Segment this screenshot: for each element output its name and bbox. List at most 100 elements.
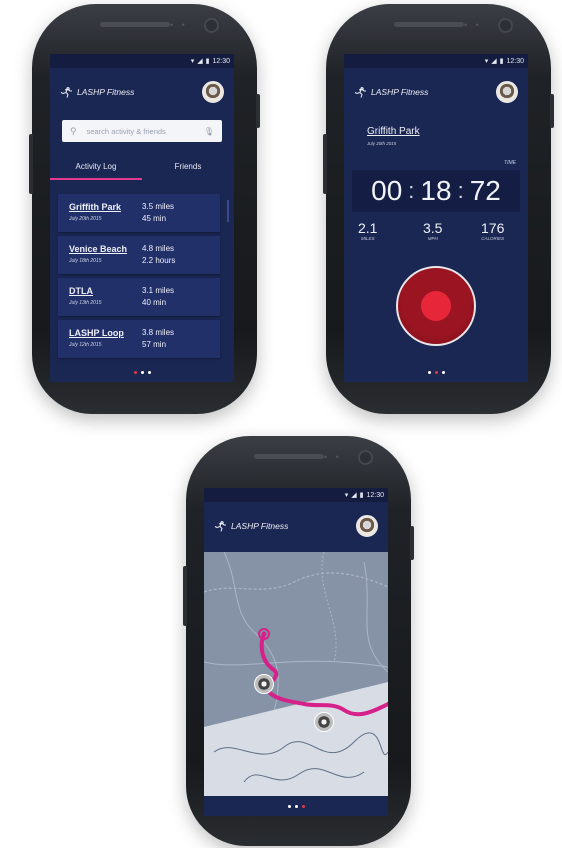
activity-place[interactable]: DTLA	[69, 286, 93, 296]
page-dot-1[interactable]	[427, 371, 431, 374]
page-dot-3[interactable]	[301, 805, 305, 808]
activity-distance: 4.8 miles	[142, 244, 175, 253]
status-time: 12:30	[212, 57, 230, 65]
list-item[interactable]: Griffith Park July 20th 2015 3.5 miles 4…	[58, 194, 220, 232]
stat-value: 3.5	[423, 220, 443, 236]
status-bar: ▾ ◢ ▮ 12:30	[204, 488, 388, 502]
activity-place[interactable]: Venice Beach	[69, 244, 127, 254]
page-dot-3[interactable]	[147, 371, 151, 374]
timer-colon: :	[457, 178, 464, 203]
search-input[interactable]: ⚲ search activity & friends 🎙	[62, 120, 222, 142]
signal-icon: ◢	[197, 58, 203, 65]
map-canvas	[204, 551, 388, 796]
sensor-dots: • •	[324, 452, 342, 462]
record-icon	[421, 291, 451, 321]
stat-mph: 3.5 MPH	[423, 220, 442, 241]
timer-colon: :	[408, 178, 415, 203]
brand[interactable]: LASHP Fitness	[354, 86, 428, 98]
page-dot-2[interactable]	[294, 805, 298, 808]
activity-place[interactable]: Griffith Park	[367, 126, 420, 137]
tab-bar: Activity Log Friends	[50, 156, 234, 180]
avatar[interactable]	[496, 81, 518, 103]
runner-icon	[214, 521, 226, 532]
activity-distance: 3.5 miles	[142, 202, 175, 211]
activity-place[interactable]: LASHP Loop	[69, 328, 124, 338]
wifi-icon: ▾	[484, 58, 489, 65]
brand[interactable]: LASHP Fitness	[214, 520, 288, 532]
page-dot-3[interactable]	[441, 371, 445, 374]
signal-icon: ◢	[351, 492, 357, 499]
list-item[interactable]: LASHP Loop July 12th 2015 3.8 miles 57 m…	[58, 320, 220, 358]
stat-miles: 2.1 MILES	[358, 220, 377, 241]
activity-date: July 20th 2015	[367, 141, 397, 146]
page-dot-1[interactable]	[287, 805, 291, 808]
stat-calories: 176 CALORIES	[481, 220, 504, 241]
stat-value: 176	[481, 220, 505, 236]
camera-icon	[204, 18, 219, 33]
app-bar: LASHP Fitness	[344, 68, 528, 116]
avatar[interactable]	[202, 81, 224, 103]
app-name: LASHP Fitness	[77, 87, 135, 97]
activity-duration: 40 min	[142, 298, 167, 307]
wifi-icon: ▾	[190, 58, 195, 65]
app-bar: LASHP Fitness	[50, 68, 234, 116]
camera-icon	[358, 450, 373, 465]
screen-map: ▾ ◢ ▮ 12:30 LASHP Fitness	[204, 488, 388, 816]
route-map[interactable]	[204, 551, 388, 796]
power-button	[256, 94, 260, 128]
time-label: TIME	[504, 160, 516, 166]
phone-timer: • • ▾ ◢ ▮ 12:30 LASHP Fitness Griffith P…	[323, 4, 554, 414]
runner-icon	[354, 87, 366, 98]
app-name: LASHP Fitness	[371, 87, 429, 97]
volume-button	[29, 134, 33, 194]
activity-date: July 13th 2015	[69, 300, 102, 306]
search-icon: ⚲	[70, 125, 77, 136]
speaker-grille	[253, 454, 324, 459]
sensor-dots: • •	[464, 20, 482, 30]
battery-icon: ▮	[499, 58, 504, 65]
phone-activity-log: • • ▾ ◢ ▮ 12:30 LASHP Fitness ⚲ search a…	[29, 4, 260, 414]
list-item[interactable]: Venice Beach July 18th 2015 4.8 miles 2.…	[58, 236, 220, 274]
brand[interactable]: LASHP Fitness	[60, 86, 134, 98]
stat-label: CALORIES	[481, 236, 505, 241]
signal-icon: ◢	[491, 58, 497, 65]
status-time: 12:30	[506, 57, 524, 65]
page-dot-2[interactable]	[140, 371, 144, 374]
volume-button	[183, 566, 187, 626]
activity-place[interactable]: Griffith Park	[69, 202, 121, 212]
screen-timer: ▾ ◢ ▮ 12:30 LASHP Fitness Griffith Park …	[344, 54, 528, 382]
page-indicator	[50, 371, 234, 374]
timer-minutes: 18	[420, 175, 452, 206]
app-name: LASHP Fitness	[231, 521, 289, 531]
stat-label: MILES	[360, 236, 375, 241]
photo-pin[interactable]	[314, 712, 334, 732]
timer-display: 00 : 18 : 72	[352, 170, 520, 212]
status-bar: ▾ ◢ ▮ 12:30	[50, 54, 234, 68]
activity-date: July 20th 2015	[69, 216, 102, 222]
activity-date: July 12th 2015	[69, 342, 102, 348]
activity-duration: 57 min	[142, 340, 167, 349]
activity-duration: 45 min	[142, 214, 167, 223]
battery-icon: ▮	[205, 58, 210, 65]
page-dot-2[interactable]	[434, 371, 438, 374]
page-indicator	[204, 805, 388, 808]
tab-activity-log[interactable]: Activity Log	[50, 156, 142, 180]
phone-map: • • ▾ ◢ ▮ 12:30 LASHP Fitness	[183, 436, 414, 846]
page-dot-1[interactable]	[133, 371, 137, 374]
avatar[interactable]	[356, 515, 378, 537]
wifi-icon: ▾	[344, 492, 349, 499]
list-item[interactable]: DTLA July 13th 2015 3.1 miles 40 min	[58, 278, 220, 316]
record-button[interactable]	[396, 266, 476, 346]
power-button	[410, 526, 414, 560]
mic-icon[interactable]: 🎙	[204, 127, 214, 136]
timer-seconds: 72	[469, 175, 501, 206]
activity-distance: 3.8 miles	[142, 328, 175, 337]
status-time: 12:30	[366, 491, 384, 499]
activity-duration: 2.2 hours	[142, 256, 176, 265]
photo-pin[interactable]	[254, 674, 274, 694]
speaker-grille	[393, 22, 464, 27]
tab-friends[interactable]: Friends	[142, 156, 234, 180]
speaker-grille	[99, 22, 170, 27]
scrollbar[interactable]	[227, 200, 229, 222]
page-indicator	[344, 371, 528, 374]
